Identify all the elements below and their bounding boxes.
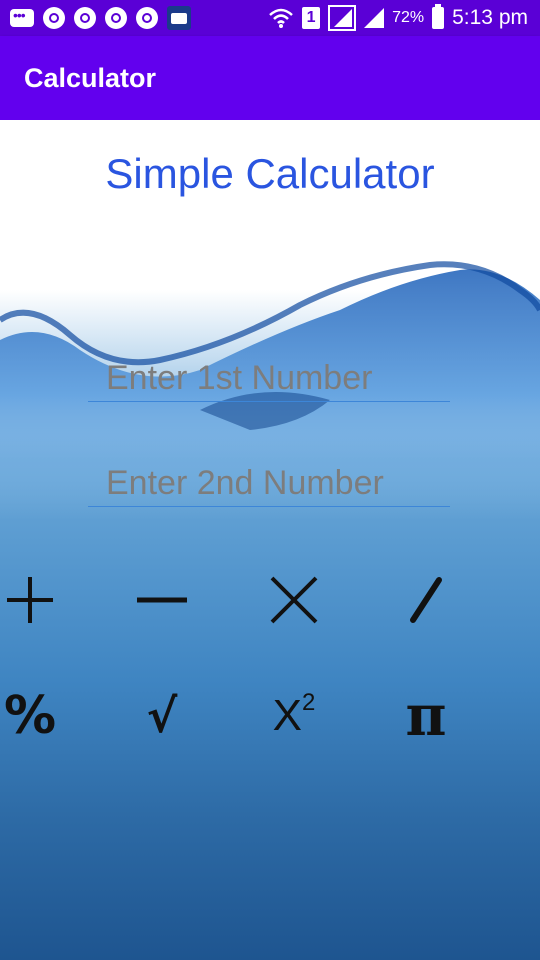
divide-button[interactable] — [376, 560, 476, 640]
square-exponent: 2 — [302, 689, 316, 716]
second-number-input[interactable] — [88, 460, 450, 507]
app-title: Calculator — [24, 63, 157, 93]
square-button[interactable]: X2 — [244, 676, 344, 756]
battery-level: 72% — [392, 9, 425, 26]
clock: 5:13 pm — [452, 6, 528, 29]
multiply-button[interactable] — [244, 560, 344, 640]
aperture-icon — [136, 7, 158, 29]
aperture-icon — [74, 7, 96, 29]
first-number-input[interactable] — [88, 356, 450, 402]
subtract-button[interactable] — [112, 560, 212, 640]
percent-button[interactable]: % — [0, 676, 80, 756]
aperture-icon — [43, 7, 65, 29]
pi-button[interactable]: π — [376, 676, 476, 756]
plus-icon — [7, 577, 53, 623]
add-button[interactable] — [0, 560, 80, 640]
wifi-icon — [269, 8, 293, 28]
calculator-content: Simple Calculator % √ X2 π — [0, 120, 540, 960]
signal-icon — [364, 8, 385, 28]
signal-icon — [328, 5, 357, 31]
square-icon: X2 — [272, 689, 316, 741]
aperture-icon — [105, 7, 127, 29]
app-bar: Calculator — [0, 36, 540, 120]
status-bar: 1 72% 5:13 pm — [0, 0, 540, 36]
book-icon — [167, 6, 191, 30]
system-icons: 1 72% 5:13 pm — [268, 0, 528, 36]
divide-icon — [410, 577, 442, 623]
notification-icons — [10, 6, 191, 30]
percent-icon: % — [3, 686, 57, 746]
pi-icon: π — [405, 683, 447, 749]
sim-icon: 1 — [302, 7, 321, 29]
multiply-icon — [270, 576, 318, 624]
message-icon — [10, 7, 34, 27]
battery-icon — [432, 4, 445, 29]
main-title: Simple Calculator — [105, 150, 435, 197]
minus-icon — [137, 597, 187, 603]
square-base: X — [272, 691, 302, 740]
square-root-icon: √ — [146, 689, 178, 743]
square-root-button[interactable]: √ — [112, 676, 212, 756]
